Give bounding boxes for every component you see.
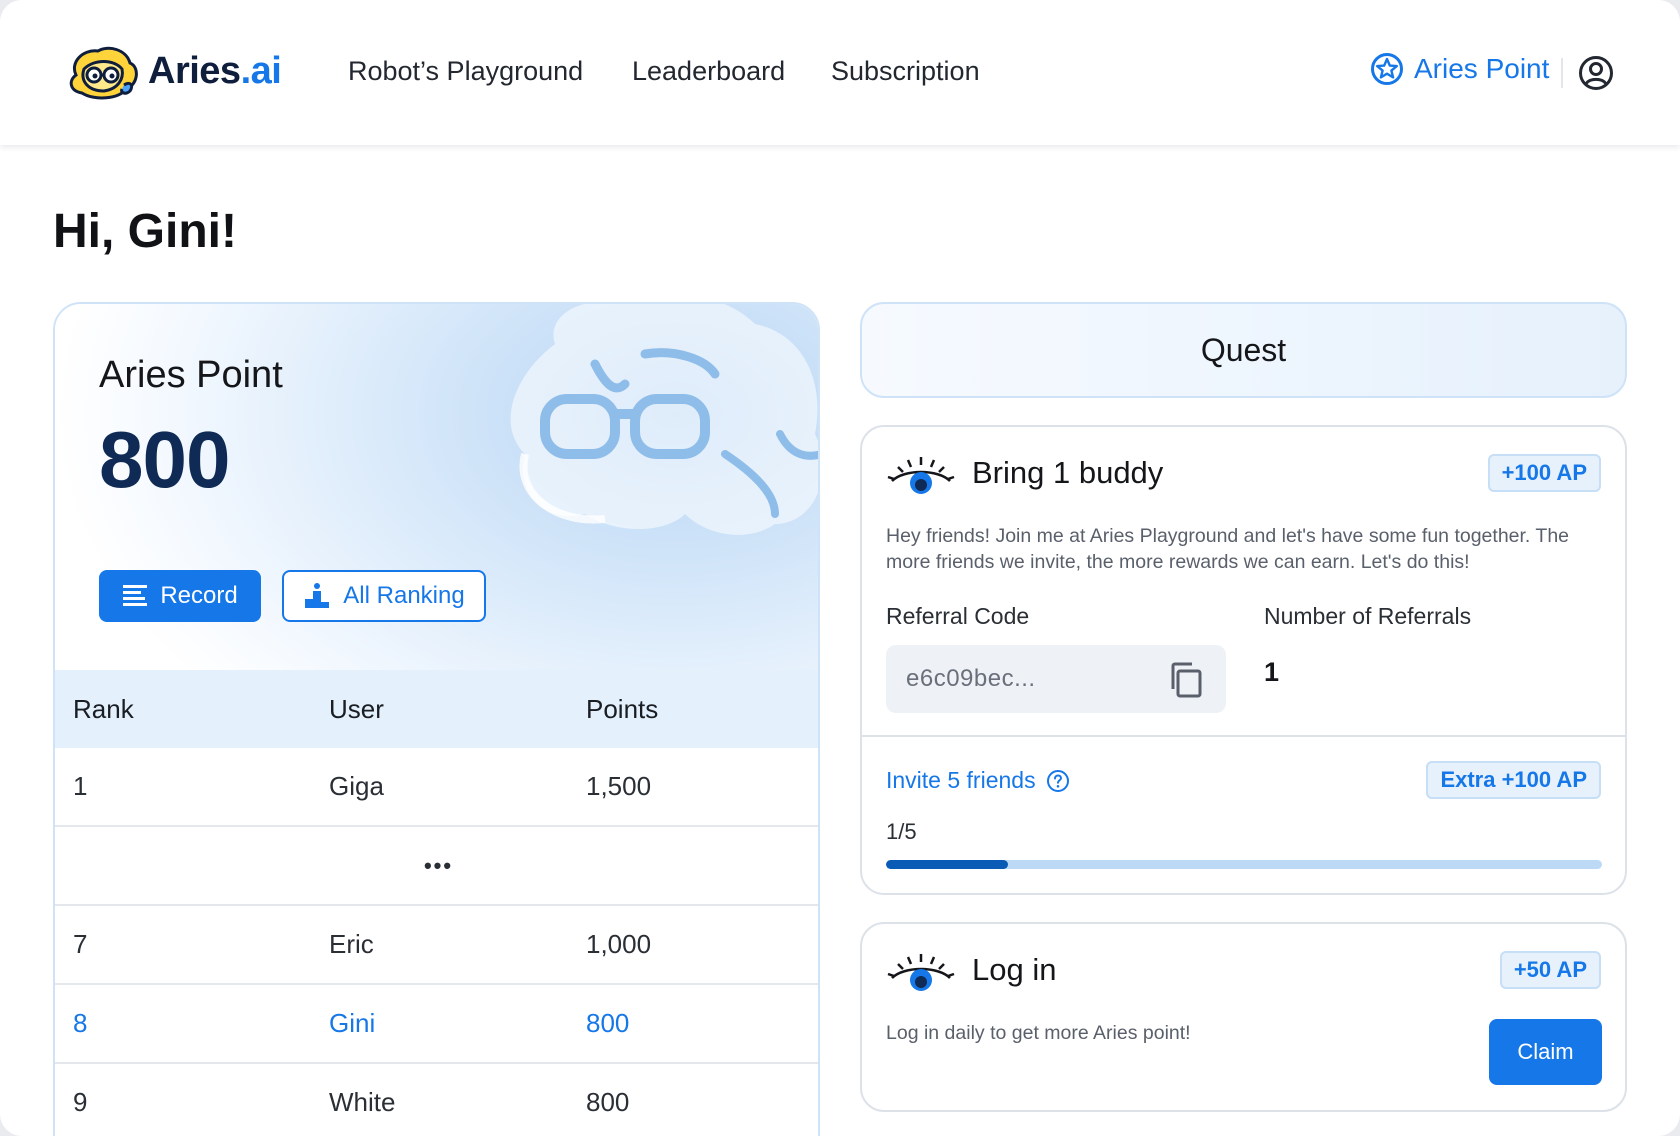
referrals-count-label: Number of Referrals [1264, 603, 1472, 629]
quest-login-reward-badge: +50 AP [1499, 951, 1601, 989]
mascot-watermark-icon [510, 304, 818, 535]
column-header-rank: Rank [73, 693, 134, 724]
column-header-user: User [329, 693, 384, 724]
user-cell: Eric [329, 929, 374, 959]
app-window: Aries.ai Robot’s Playground Leaderboard … [0, 0, 1680, 1136]
table-row-current-user: 8 Gini 800 [55, 985, 818, 1064]
list-icon [123, 585, 148, 606]
copy-icon[interactable] [1168, 661, 1204, 699]
nav-leaderboard[interactable]: Leaderboard [632, 56, 785, 87]
points-card: Aries Point 800 Record All Ranking Rank … [53, 302, 820, 1136]
invite-progress-text: 1/5 [886, 819, 917, 844]
nav-subscription[interactable]: Subscription [831, 56, 980, 87]
points-value: 800 [99, 415, 230, 504]
rank-cell: 8 [73, 1008, 88, 1038]
all-ranking-button-label: All Ranking [343, 582, 465, 609]
quest-buddy-description: Hey friends! Join me at Aries Playground… [886, 525, 1570, 573]
points-hero: Aries Point 800 Record All Ranking [55, 304, 818, 670]
user-cell: Gini [329, 1008, 376, 1038]
invite-friends-label: Invite 5 friends [886, 767, 1036, 793]
star-badge-icon [1371, 53, 1403, 85]
record-button[interactable]: Record [99, 570, 261, 622]
all-ranking-button[interactable]: All Ranking [282, 570, 486, 622]
podium-icon [305, 583, 330, 608]
invite-reward-badge: Extra +100 AP [1426, 761, 1601, 799]
quest-card-bring-buddy: Bring 1 buddy +100 AP Hey friends! Join … [860, 425, 1627, 895]
referral-code-value: e6c09bec... [906, 665, 1036, 692]
leaderboard-table: Rank User Points 1 Giga 1,500 ••• 7 Eric… [55, 670, 818, 1136]
column-header-points: Points [586, 693, 659, 724]
user-cell: White [329, 1087, 396, 1117]
brand-name[interactable]: Aries.ai [148, 50, 282, 93]
invite-friends-link[interactable]: Invite 5 friends [886, 767, 1070, 794]
user-icon[interactable] [1578, 55, 1614, 91]
points-cell: 800 [586, 1008, 630, 1038]
rank-cell: 7 [73, 929, 88, 959]
record-button-label: Record [160, 582, 238, 609]
referrals-count-value: 1 [1264, 657, 1280, 687]
ellipsis-icon: ••• [423, 852, 454, 878]
invite-progress-fill [886, 860, 1008, 869]
table-row-gap: ••• [55, 827, 818, 906]
quest-buddy-title: Bring 1 buddy [972, 455, 1164, 490]
quest-divider [862, 735, 1625, 737]
rank-cell: 9 [73, 1087, 88, 1117]
user-cell: Giga [329, 771, 384, 801]
points-cell: 1,000 [586, 929, 652, 959]
quest-buddy-reward-badge: +100 AP [1487, 454, 1601, 492]
referral-code-field[interactable]: e6c09bec... [886, 645, 1226, 713]
quest-card-log-in: Log in +50 AP Log in daily to get more A… [860, 922, 1627, 1112]
table-header: Rank User Points [55, 670, 818, 748]
aries-point-label: Aries Point [1414, 53, 1550, 84]
quest-login-title: Log in [972, 952, 1057, 987]
eye-icon [887, 954, 955, 991]
page-greeting: Hi, Gini! [53, 205, 237, 258]
points-cell: 1,500 [586, 771, 652, 801]
table-row: 9 White 800 [55, 1064, 818, 1136]
help-icon[interactable] [1046, 769, 1070, 793]
table-row: 1 Giga 1,500 [55, 748, 818, 827]
nav-robots-playground[interactable]: Robot’s Playground [348, 56, 583, 87]
claim-button[interactable]: Claim [1489, 1019, 1602, 1085]
quest-login-description: Log in daily to get more Aries point! [886, 1022, 1191, 1044]
quest-title: Quest [1200, 331, 1287, 368]
table-row: 7 Eric 1,000 [55, 906, 818, 985]
points-cell: 800 [586, 1087, 630, 1117]
referral-code-label: Referral Code [886, 603, 1030, 629]
top-navbar: Aries.ai Robot’s Playground Leaderboard … [0, 0, 1680, 145]
aries-point-link[interactable]: Aries Point [1370, 52, 1549, 86]
mascot-logo[interactable] [64, 45, 140, 101]
eye-icon [887, 457, 955, 494]
rank-cell: 1 [73, 771, 88, 801]
header-divider [1561, 58, 1563, 88]
invite-progress-bar [886, 860, 1602, 869]
quest-header: Quest [860, 302, 1627, 398]
points-title: Aries Point [99, 354, 283, 396]
